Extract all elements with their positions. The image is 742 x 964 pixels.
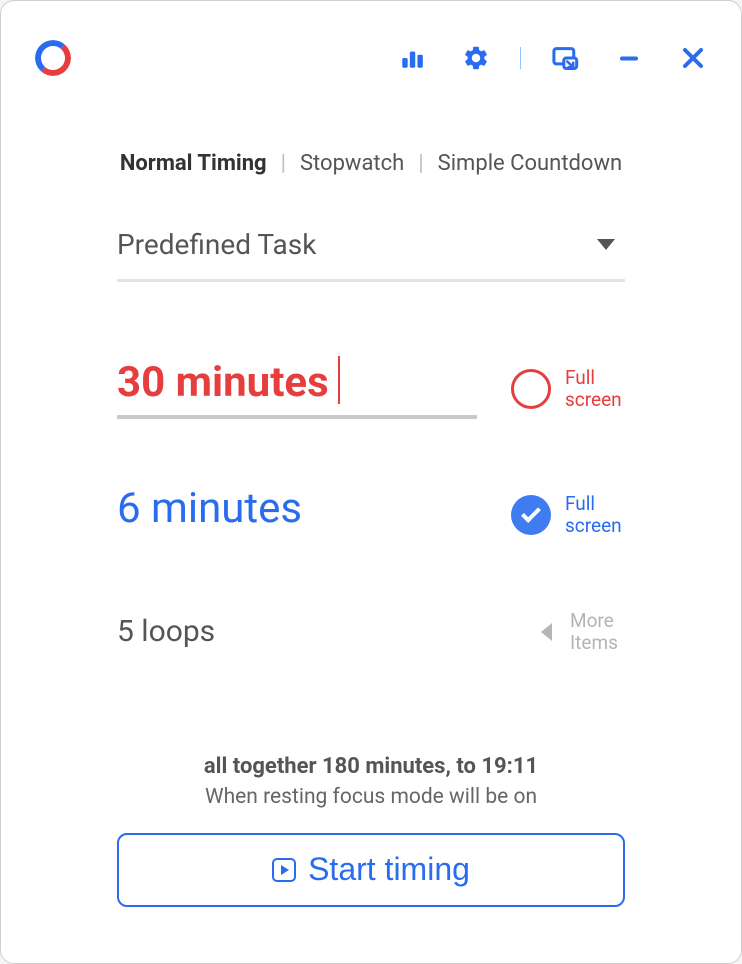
text-cursor <box>338 356 340 404</box>
tab-separator: | <box>281 151 286 176</box>
more-items-button[interactable]: More Items <box>541 610 625 654</box>
input-underline <box>117 415 477 419</box>
work-duration-value: 30 minutes <box>117 358 329 419</box>
radio-checked-icon <box>511 495 551 535</box>
tab-separator: | <box>418 151 423 176</box>
loops-value[interactable]: 5 loops <box>117 614 215 649</box>
top-bar <box>1 1 741 91</box>
top-bar-divider <box>520 47 521 69</box>
top-icon-group <box>398 44 707 72</box>
main-content: Normal Timing | Stopwatch | Simple Count… <box>1 91 741 907</box>
stats-icon[interactable] <box>398 44 426 72</box>
summary-note: When resting focus mode will be on <box>117 785 625 809</box>
rest-fullscreen-toggle[interactable]: Full screen <box>511 493 625 537</box>
start-timing-button[interactable]: Start timing <box>117 833 625 907</box>
work-fullscreen-label: Full screen <box>565 367 625 411</box>
checkmark-icon <box>521 503 541 523</box>
rest-duration-row: 6 minutes Full screen <box>117 484 625 545</box>
work-fullscreen-toggle[interactable]: Full screen <box>511 367 625 411</box>
close-icon[interactable] <box>679 44 707 72</box>
mode-tabs: Normal Timing | Stopwatch | Simple Count… <box>117 151 625 176</box>
loops-row: 5 loops More Items <box>117 610 625 654</box>
radio-unchecked-icon <box>511 369 551 409</box>
start-button-label: Start timing <box>308 851 470 888</box>
tab-simple-countdown[interactable]: Simple Countdown <box>438 151 623 176</box>
app-logo-icon <box>35 40 71 76</box>
work-duration-input[interactable]: 30 minutes <box>117 358 329 419</box>
rest-duration-input[interactable]: 6 minutes <box>117 484 302 545</box>
more-items-label: More Items <box>570 610 625 654</box>
pip-icon[interactable] <box>551 44 579 72</box>
task-select-label: Predefined Task <box>117 228 316 261</box>
minimize-icon[interactable] <box>615 44 643 72</box>
tab-normal-timing[interactable]: Normal Timing <box>120 151 267 176</box>
app-window: Normal Timing | Stopwatch | Simple Count… <box>0 0 742 964</box>
rest-fullscreen-label: Full screen <box>565 493 625 537</box>
settings-icon[interactable] <box>462 44 490 72</box>
task-select[interactable]: Predefined Task <box>117 228 625 282</box>
summary-total: all together 180 minutes, to 19:11 <box>117 754 625 779</box>
rest-duration-value: 6 minutes <box>117 484 302 545</box>
summary: all together 180 minutes, to 19:11 When … <box>117 754 625 809</box>
triangle-left-icon <box>541 623 552 641</box>
play-icon <box>272 858 296 882</box>
tab-stopwatch[interactable]: Stopwatch <box>300 151 404 176</box>
chevron-down-icon <box>597 239 615 250</box>
work-duration-row: 30 minutes Full screen <box>117 358 625 419</box>
